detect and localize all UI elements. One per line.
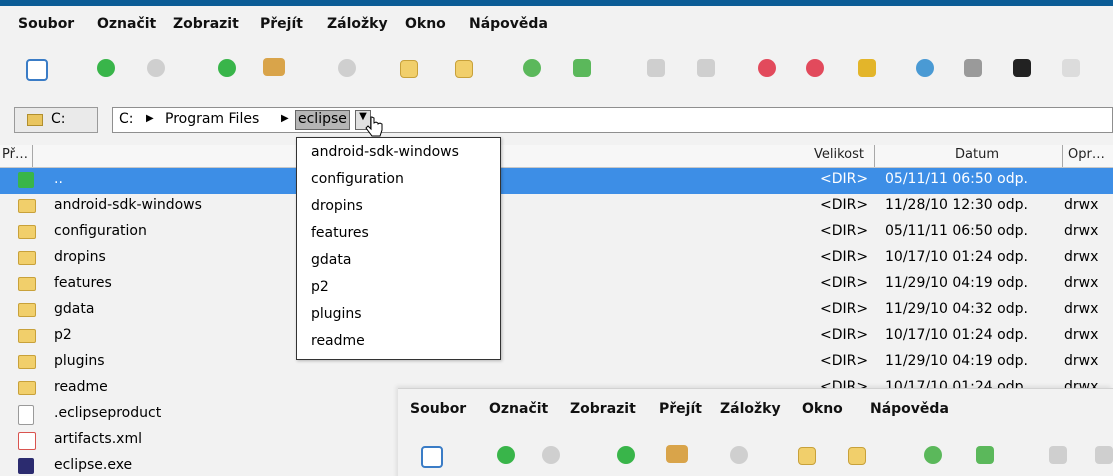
- toolbar: [0, 46, 1113, 90]
- home-icon[interactable]: [263, 58, 285, 76]
- up-icon[interactable]: [617, 446, 635, 464]
- breadcrumb-dropdown: android-sdk-windows configuration dropin…: [296, 137, 501, 360]
- new-window-icon[interactable]: [421, 446, 443, 468]
- refresh-icon[interactable]: [924, 446, 942, 464]
- folder-icon: [27, 114, 43, 126]
- table-row[interactable]: features <DIR> 11/29/10 04:19 odp. drwx: [0, 272, 1113, 298]
- column-divider[interactable]: [874, 145, 875, 167]
- cut-icon[interactable]: [1049, 446, 1067, 464]
- xml-file-icon: [18, 432, 36, 450]
- cut-icon[interactable]: [647, 59, 665, 77]
- new-folder-icon[interactable]: [400, 60, 418, 78]
- drive-label: C:: [51, 111, 66, 127]
- home-icon[interactable]: [666, 445, 688, 463]
- table-row[interactable]: configuration <DIR> 05/11/11 06:50 odp. …: [0, 220, 1113, 246]
- table-row[interactable]: dropins <DIR> 10/17/10 01:24 odp. drwx: [0, 246, 1113, 272]
- copy-icon[interactable]: [697, 59, 715, 77]
- more-icon[interactable]: [1062, 59, 1080, 77]
- menu-oznacit[interactable]: Označit: [97, 16, 156, 32]
- delete-folder-icon[interactable]: [455, 60, 473, 78]
- column-divider[interactable]: [32, 145, 33, 167]
- new-window-icon[interactable]: [26, 59, 48, 81]
- menu-zobrazit[interactable]: Zobrazit: [173, 16, 239, 32]
- back-icon[interactable]: [497, 446, 515, 464]
- folder-icon: [18, 355, 36, 369]
- overlay-menu-bar: Soubor Označit Zobrazit Přejít Záložky O…: [398, 399, 1113, 423]
- table-row[interactable]: .. <DIR> 05/11/11 06:50 odp.: [0, 168, 1113, 194]
- sync-icon[interactable]: [573, 59, 591, 77]
- favorite-icon[interactable]: [806, 59, 824, 77]
- folder-icon: [18, 303, 36, 317]
- col-size[interactable]: Velikost: [814, 147, 864, 162]
- column-header: Př… Velikost Datum Opr…: [0, 145, 1113, 168]
- folder-icon: [18, 251, 36, 265]
- col-date[interactable]: Datum: [955, 147, 999, 162]
- folder-icon: [18, 199, 36, 213]
- drive-button[interactable]: C:: [14, 107, 98, 133]
- copy-icon[interactable]: [1095, 446, 1113, 464]
- new-folder-icon[interactable]: [798, 447, 816, 465]
- dropdown-item[interactable]: dropins: [311, 198, 363, 214]
- overlay-toolbar: [398, 434, 1113, 476]
- key-icon[interactable]: [858, 59, 876, 77]
- overlay-menu-oznacit[interactable]: Označit: [489, 401, 548, 417]
- table-row[interactable]: android-sdk-windows <DIR> 11/28/10 12:30…: [0, 194, 1113, 220]
- breadcrumb-separator-icon: ▶: [146, 113, 154, 124]
- folder-icon: [18, 381, 36, 395]
- overlay-menu-zalozky[interactable]: Záložky: [720, 401, 781, 417]
- terminal-icon[interactable]: [1013, 59, 1031, 77]
- dropdown-item[interactable]: features: [311, 225, 369, 241]
- overlay-menu-zobrazit[interactable]: Zobrazit: [570, 401, 636, 417]
- dropdown-item[interactable]: gdata: [311, 252, 351, 268]
- favorite-add-icon[interactable]: [758, 59, 776, 77]
- table-row[interactable]: plugins <DIR> 11/29/10 04:19 odp. drwx: [0, 350, 1113, 376]
- overlay-menu-prejit[interactable]: Přejít: [659, 401, 702, 417]
- table-row[interactable]: p2 <DIR> 10/17/10 01:24 odp. drwx: [0, 324, 1113, 350]
- menu-napoveda[interactable]: Nápověda: [469, 16, 548, 32]
- refresh-icon[interactable]: [523, 59, 541, 77]
- overlay-menu-soubor[interactable]: Soubor: [410, 401, 466, 417]
- overlay-menu-napoveda[interactable]: Nápověda: [870, 401, 949, 417]
- sync-icon[interactable]: [976, 446, 994, 464]
- back-icon[interactable]: [97, 59, 115, 77]
- col-perm[interactable]: Opr…: [1068, 147, 1105, 162]
- file-manager-window: Soubor Označit Zobrazit Přejít Záložky O…: [0, 0, 1113, 476]
- folder-icon: [18, 225, 36, 239]
- overlay-menu-okno[interactable]: Okno: [802, 401, 843, 417]
- address-bar: C: C: ▶ Program Files ▶ eclipse ▼: [0, 101, 1113, 137]
- file-icon: [18, 405, 34, 425]
- folder-icon: [18, 329, 36, 343]
- dropdown-item[interactable]: plugins: [311, 306, 362, 322]
- dropdown-item[interactable]: p2: [311, 279, 329, 295]
- overlay-window: Soubor Označit Zobrazit Přejít Záložky O…: [398, 388, 1113, 476]
- up-icon[interactable]: [218, 59, 236, 77]
- menu-prejit[interactable]: Přejít: [260, 16, 303, 32]
- eclipse-icon: [18, 458, 34, 474]
- dropdown-item[interactable]: readme: [311, 333, 365, 349]
- menu-okno[interactable]: Okno: [405, 16, 446, 32]
- breadcrumb-program-files[interactable]: Program Files: [165, 111, 259, 127]
- breadcrumb-separator-icon: ▶: [281, 113, 289, 124]
- table-row[interactable]: gdata <DIR> 11/29/10 04:32 odp. drwx: [0, 298, 1113, 324]
- menu-bar: Soubor Označit Zobrazit Přejít Záložky O…: [0, 14, 1113, 38]
- up-icon: [18, 172, 34, 188]
- stop-icon[interactable]: [730, 446, 748, 464]
- forward-icon[interactable]: [147, 59, 165, 77]
- folder-icon: [18, 277, 36, 291]
- dropdown-item[interactable]: android-sdk-windows: [311, 144, 459, 160]
- menu-soubor[interactable]: Soubor: [18, 16, 74, 32]
- delete-folder-icon[interactable]: [848, 447, 866, 465]
- breadcrumb-eclipse[interactable]: eclipse: [295, 110, 350, 130]
- network-icon[interactable]: [916, 59, 934, 77]
- stop-icon[interactable]: [338, 59, 356, 77]
- menu-zalozky[interactable]: Záložky: [327, 16, 388, 32]
- breadcrumb-drive[interactable]: C:: [119, 111, 134, 127]
- column-divider[interactable]: [1062, 145, 1063, 167]
- dropdown-item[interactable]: configuration: [311, 171, 404, 187]
- hand-cursor-icon: [365, 116, 383, 137]
- path-breadcrumb[interactable]: C: ▶ Program Files ▶ eclipse ▼: [112, 107, 1113, 133]
- connect-icon[interactable]: [964, 59, 982, 77]
- col-name[interactable]: Př…: [2, 147, 28, 162]
- forward-icon[interactable]: [542, 446, 560, 464]
